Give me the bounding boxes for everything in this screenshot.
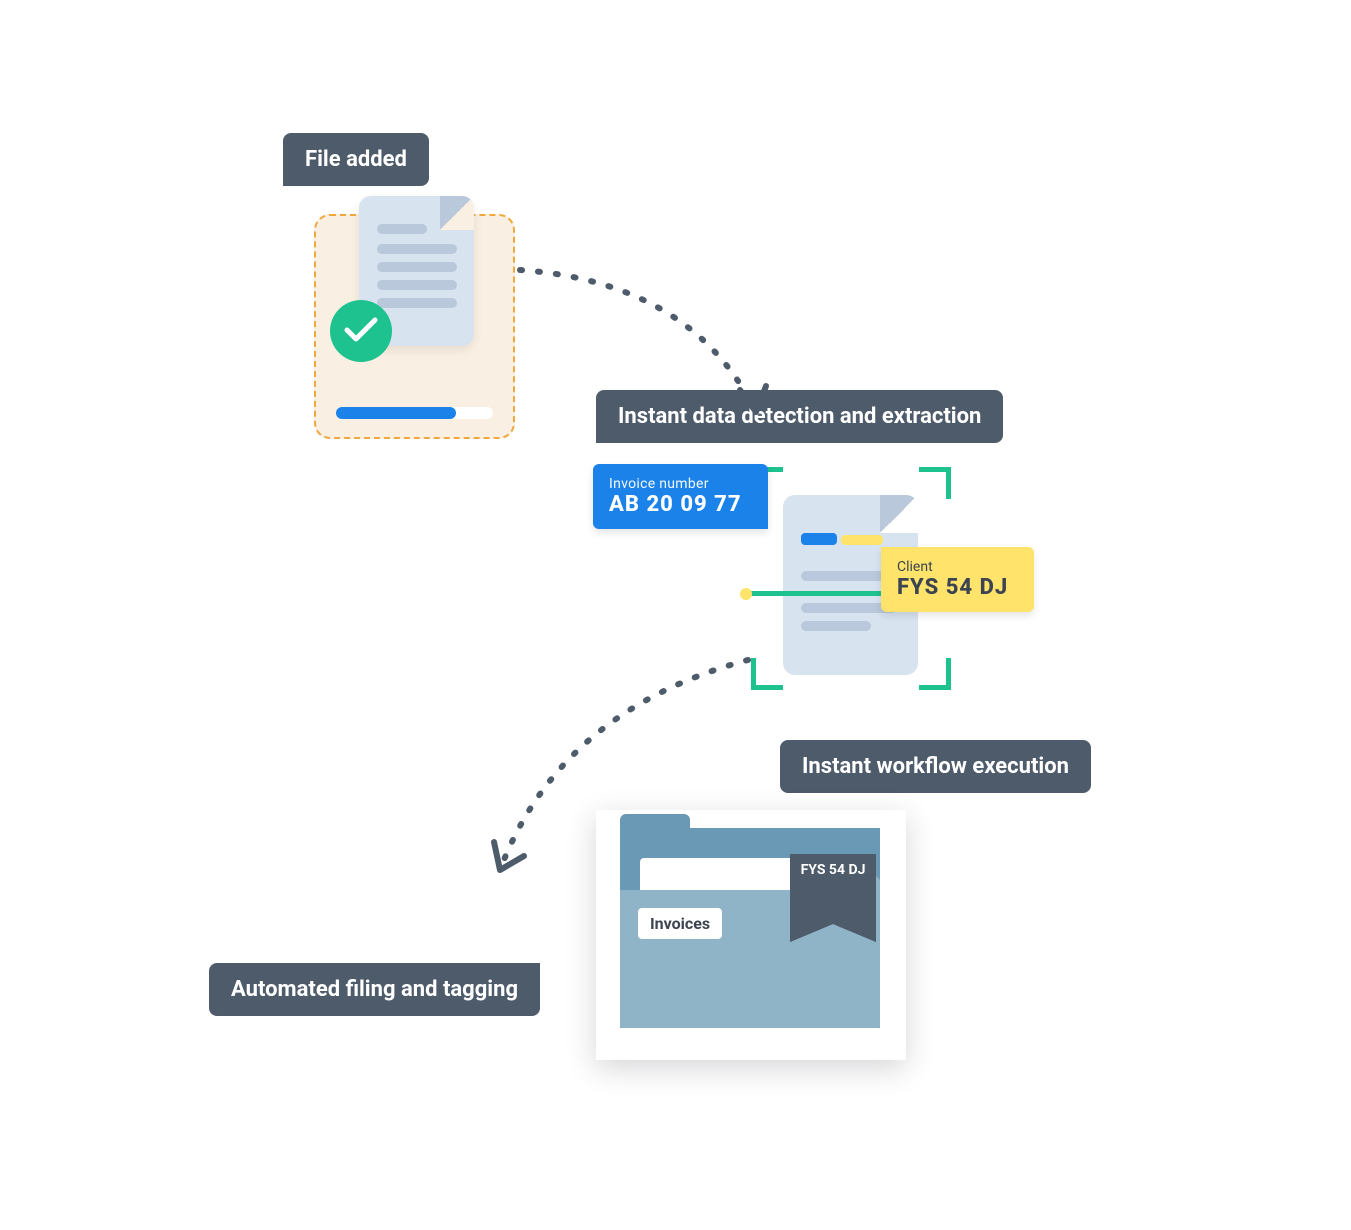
step-label-file-added: File added [283, 133, 429, 186]
client-chip: Client FYS 54 DJ [881, 547, 1034, 612]
tag-ribbon-text: FYS 54 DJ [801, 862, 866, 878]
workflow-diagram: File added Instant data detection and ex… [0, 0, 1351, 1230]
invoice-number-chip: Invoice number AB 20 09 77 [593, 464, 768, 529]
upload-progress-fill [336, 407, 456, 419]
invoice-number-value: AB 20 09 77 [609, 492, 742, 517]
scan-endpoint-left [740, 588, 752, 600]
tag-ribbon: FYS 54 DJ [790, 854, 876, 924]
folder-label: Invoices [638, 908, 722, 939]
client-value: FYS 54 DJ [897, 575, 1008, 600]
step-label-filing: Automated filing and tagging [209, 963, 540, 1016]
client-caption: Client [897, 559, 1008, 575]
result-folder-card: Invoices FYS 54 DJ [596, 810, 906, 1060]
invoice-number-caption: Invoice number [609, 476, 742, 492]
step-label-extraction: Instant data detection and extraction [596, 390, 1003, 443]
step-label-workflow: Instant workflow execution [780, 740, 1091, 793]
checkmark-icon [330, 300, 392, 362]
